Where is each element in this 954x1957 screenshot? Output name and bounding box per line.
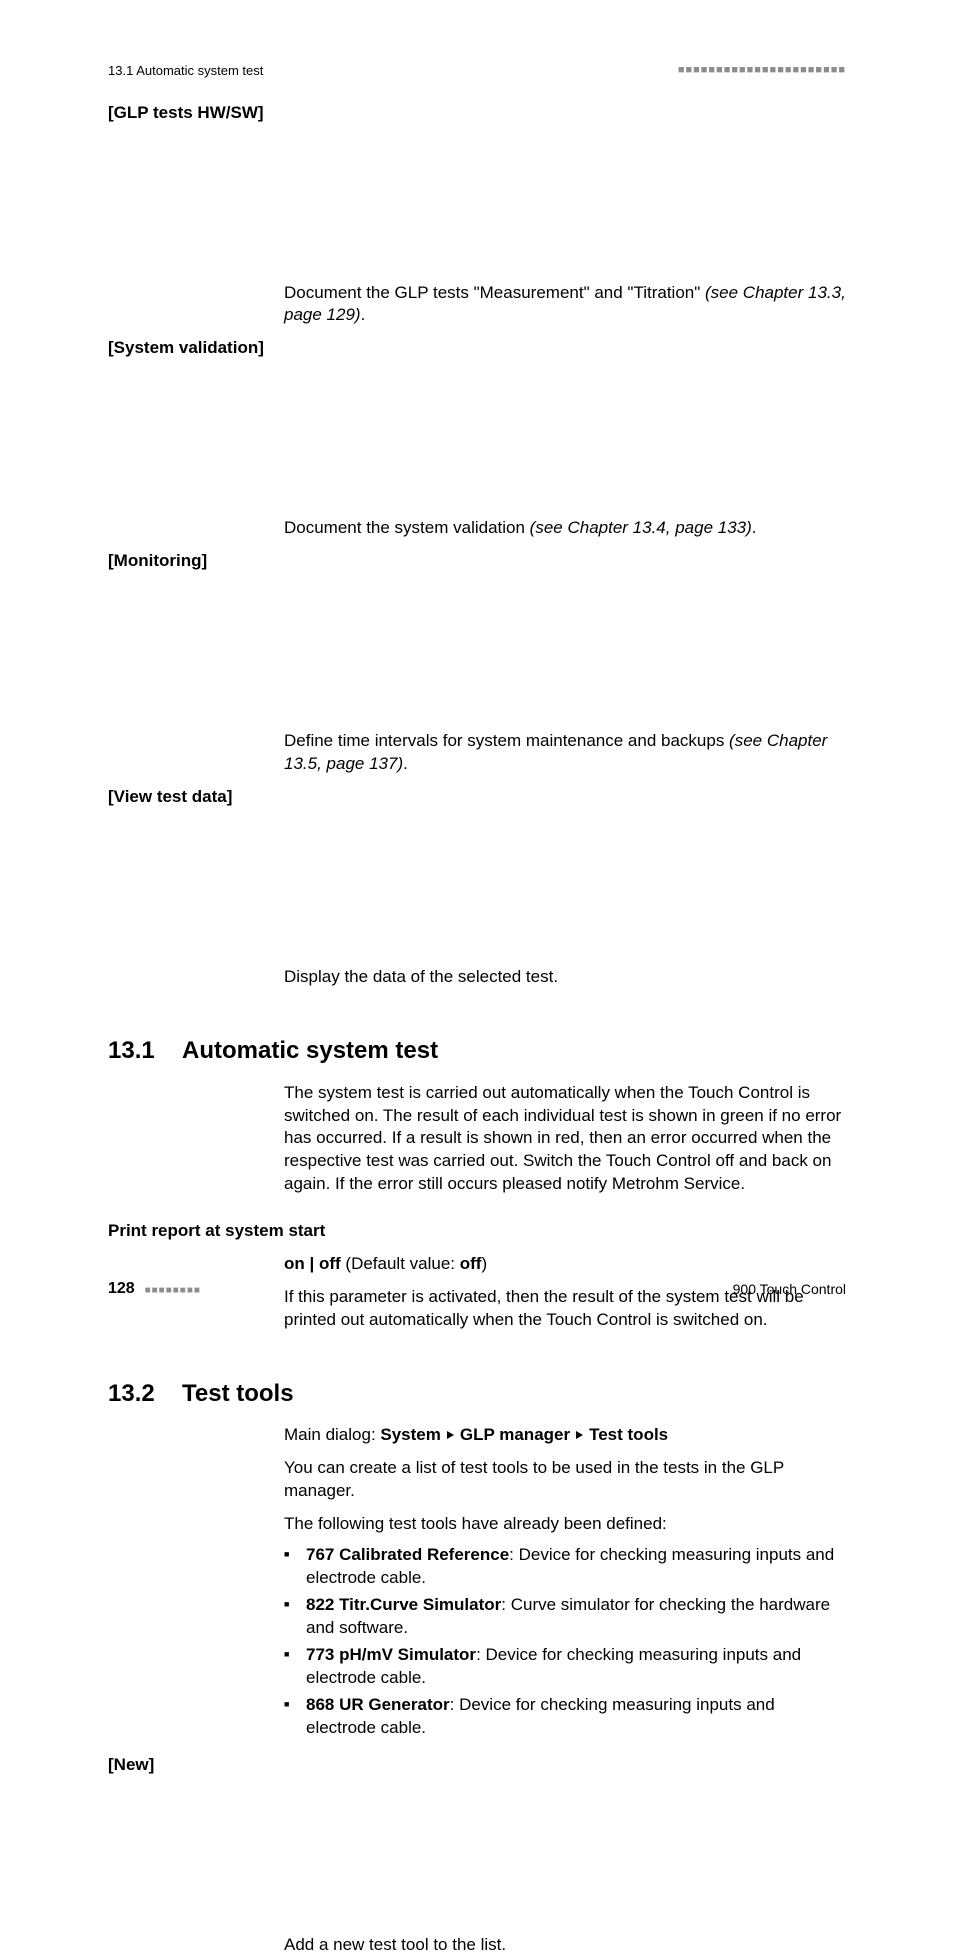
def-desc: Display the data of the selected test. — [108, 966, 558, 989]
tool-name: 767 Calibrated Reference — [306, 1545, 509, 1564]
def-term: [System validation] — [108, 337, 264, 513]
breadcrumb-item: System — [380, 1425, 440, 1444]
option-close: ) — [481, 1254, 487, 1273]
tool-name: 822 Titr.Curve Simulator — [306, 1595, 501, 1614]
section-number: 13.1 — [108, 1035, 182, 1067]
section-number: 13.2 — [108, 1378, 182, 1410]
def-glp-tests: [GLP tests HW/SW] Document the GLP tests… — [108, 102, 846, 328]
paragraph: You can create a list of test tools to b… — [284, 1457, 846, 1503]
def-text: Document the GLP tests "Measurement" and… — [284, 283, 705, 302]
breadcrumb-item: GLP manager — [460, 1425, 570, 1444]
running-head-text: 13.1 Automatic system test — [108, 62, 263, 80]
section-13-1-body: The system test is carried out automatic… — [284, 1082, 846, 1197]
breadcrumb: Main dialog: System GLP manager Test tools — [284, 1424, 846, 1447]
list-item: 868 UR Generator: Device for checking me… — [284, 1694, 846, 1740]
def-text-end: . — [403, 754, 408, 773]
option-line: on | off (Default value: off) — [284, 1253, 846, 1276]
def-text-end: . — [361, 305, 366, 324]
header-decor-icon: ■■■■■■■■■■■■■■■■■■■■■■ — [678, 63, 846, 78]
def-text: Display the data of the selected test. — [284, 967, 558, 986]
def-term: [GLP tests HW/SW] — [108, 102, 264, 278]
list-item: 822 Titr.Curve Simulator: Curve simulato… — [284, 1594, 846, 1640]
paragraph: The system test is carried out automatic… — [284, 1082, 846, 1197]
option-values: on | off — [284, 1254, 341, 1273]
def-desc: Define time intervals for system mainten… — [108, 730, 846, 776]
def-ref: (see Chapter 13.4, page 133) — [530, 518, 752, 537]
tool-name: 773 pH/mV Simulator — [306, 1645, 476, 1664]
section-13-1-heading: 13.1 Automatic system test — [108, 1035, 846, 1067]
tool-name: 868 UR Generator — [306, 1695, 450, 1714]
def-desc: Document the system validation (see Chap… — [108, 517, 757, 540]
triangle-right-icon — [447, 1431, 454, 1439]
footer-left: 128 ■■■■■■■■ — [108, 1278, 201, 1300]
section-title: Test tools — [182, 1378, 294, 1410]
breadcrumb-item: Test tools — [589, 1425, 668, 1444]
list-item: 767 Calibrated Reference: Device for che… — [284, 1544, 846, 1590]
section-13-2-body: Main dialog: System GLP manager Test tools… — [284, 1424, 846, 1739]
def-text-end: . — [752, 518, 757, 537]
def-term: [Monitoring] — [108, 550, 207, 726]
option-text: (Default value: — [341, 1254, 460, 1273]
paragraph: The following test tools have already be… — [284, 1513, 846, 1536]
def-desc: Add a new test tool to the list. — [108, 1934, 506, 1957]
list-item: 773 pH/mV Simulator: Device for checking… — [284, 1644, 846, 1690]
triangle-right-icon — [576, 1431, 583, 1439]
def-monitoring: [Monitoring] Define time intervals for s… — [108, 550, 846, 776]
def-term: [View test data] — [108, 786, 232, 962]
def-view-test-data: [View test data] Display the data of the… — [108, 786, 846, 989]
footer-product: 900 Touch Control — [733, 1280, 846, 1299]
tool-list: 767 Calibrated Reference: Device for che… — [284, 1544, 846, 1740]
print-report-heading: Print report at system start — [108, 1220, 846, 1243]
running-head: 13.1 Automatic system test ■■■■■■■■■■■■■… — [108, 62, 846, 80]
def-new: [New] Add a new test tool to the list. — [108, 1754, 846, 1957]
def-desc: Document the GLP tests "Measurement" and… — [108, 282, 846, 328]
footer-decor-icon: ■■■■■■■■ — [145, 1285, 201, 1296]
section-13-2-heading: 13.2 Test tools — [108, 1378, 846, 1410]
page-footer: 128 ■■■■■■■■ 900 Touch Control — [108, 1278, 846, 1300]
def-text: Define time intervals for system mainten… — [284, 731, 729, 750]
def-text: Document the system validation — [284, 518, 530, 537]
page-number: 128 — [108, 1280, 135, 1297]
def-system-validation: [System validation] Document the system … — [108, 337, 846, 540]
def-term: [New] — [108, 1754, 154, 1930]
section-title: Automatic system test — [182, 1035, 438, 1067]
breadcrumb-prefix: Main dialog: — [284, 1425, 380, 1444]
option-default: off — [460, 1254, 482, 1273]
